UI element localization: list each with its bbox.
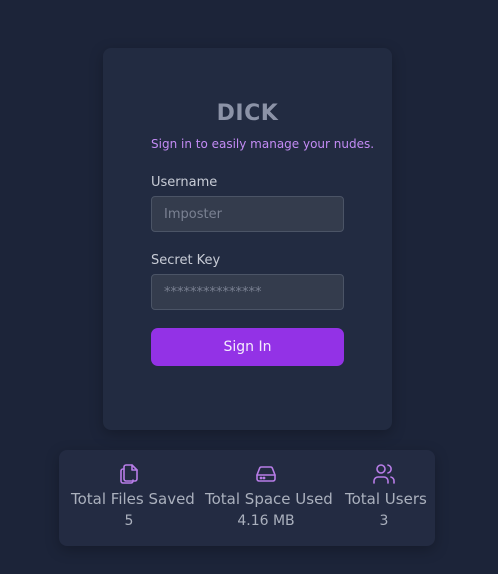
stat-total-files: Total Files Saved 5 — [71, 450, 195, 546]
secret-key-label: Secret Key — [151, 253, 221, 268]
stat-title: Total Files Saved — [71, 490, 195, 508]
username-input[interactable] — [151, 196, 344, 232]
sign-in-button[interactable]: Sign In — [151, 328, 344, 366]
stat-value: 4.16 MB — [237, 513, 295, 529]
hard-drive-icon — [256, 466, 276, 482]
username-label: Username — [151, 175, 218, 190]
stat-value: 5 — [124, 513, 134, 529]
tagline: Sign in to easily manage your nudes. — [151, 137, 375, 151]
stat-value: 3 — [379, 513, 389, 529]
brand-title: DICK — [216, 101, 279, 126]
stat-title: Total Users — [345, 490, 427, 508]
stats-panel: Total Files Saved 5 Total Space Used 4.1… — [59, 450, 435, 546]
users-icon — [373, 464, 395, 484]
login-card: DICK Sign in to easily manage your nudes… — [103, 48, 392, 430]
stat-total-users: Total Users 3 — [345, 450, 427, 546]
secret-key-input[interactable] — [151, 274, 344, 310]
stat-total-space: Total Space Used 4.16 MB — [205, 450, 333, 546]
files-icon — [120, 464, 138, 484]
stat-title: Total Space Used — [205, 490, 333, 508]
